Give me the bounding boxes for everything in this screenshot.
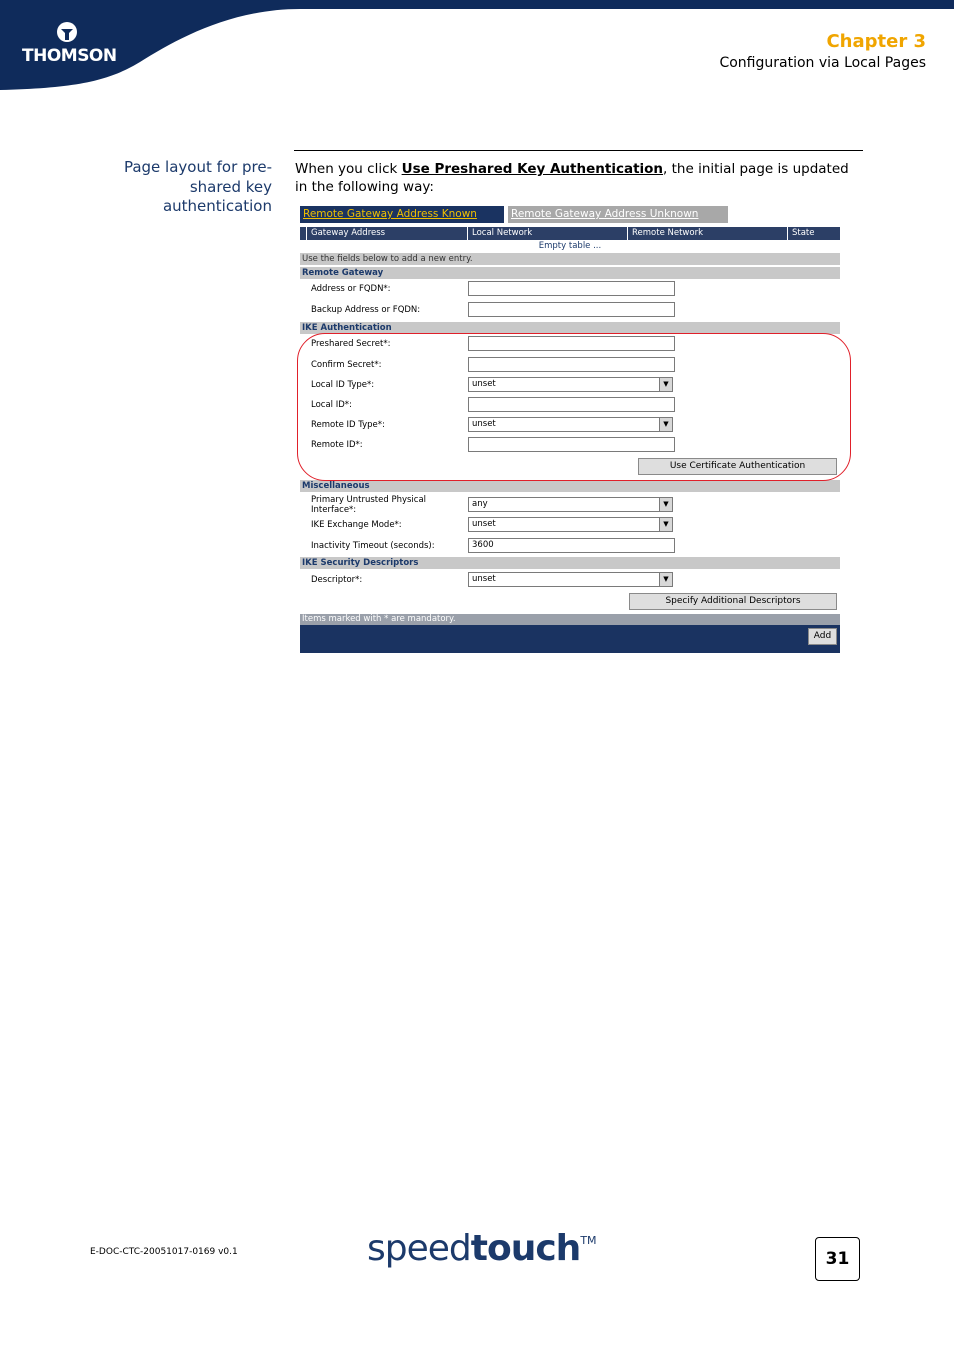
- highlight-ellipse: [297, 333, 851, 481]
- column-header: Gateway Address: [306, 227, 468, 240]
- chevron-down-icon[interactable]: ▼: [659, 518, 672, 531]
- section-miscellaneous: Miscellaneous: [300, 480, 840, 492]
- select-value: unset: [472, 519, 496, 529]
- side-heading-line: Page layout for pre-: [123, 158, 272, 176]
- exchange-mode-select[interactable]: unset ▼: [468, 517, 673, 532]
- chevron-down-icon[interactable]: ▼: [659, 498, 672, 511]
- tab-remote-gateway-known[interactable]: Remote Gateway Address Known: [300, 206, 504, 223]
- document-id: E-DOC-CTC-20051017-0169 v0.1: [90, 1247, 238, 1257]
- specify-descriptors-button[interactable]: Specify Additional Descriptors: [629, 593, 837, 610]
- side-heading-line: shared key: [189, 177, 272, 196]
- section-remote-gateway: Remote Gateway: [300, 267, 840, 279]
- brand-part: speed: [367, 1228, 472, 1269]
- form-footer-bar: Add: [300, 625, 840, 653]
- chapter-subtitle: Configuration via Local Pages: [719, 55, 926, 71]
- backup-address-label: Backup Address or FQDN:: [311, 305, 421, 315]
- speedtouch-logo: speedtouchTM: [367, 1228, 597, 1269]
- header-band: [0, 0, 954, 90]
- table-header: Gateway Address Local Network Remote Net…: [300, 227, 840, 240]
- column-header: Remote Network: [627, 227, 787, 240]
- empty-table-text: Empty table ...: [300, 240, 840, 252]
- section-rule: [294, 150, 863, 151]
- inactivity-timeout-label: Inactivity Timeout (seconds):: [311, 541, 435, 551]
- side-heading: Page layout for pre- shared key authenti…: [100, 158, 272, 217]
- column-header: State: [787, 227, 840, 240]
- chapter-title: Chapter 3: [826, 31, 926, 52]
- column-header: Local Network: [467, 227, 627, 240]
- address-input[interactable]: [468, 281, 675, 296]
- logo-text: THOMSON: [22, 46, 117, 66]
- section-ike-security-descriptors: IKE Security Descriptors: [300, 557, 840, 569]
- brand-trademark: TM: [580, 1234, 597, 1247]
- thomson-logo-icon: [57, 22, 77, 42]
- chevron-down-icon[interactable]: ▼: [659, 573, 672, 586]
- hint-bar: Use the fields below to add a new entry.: [300, 253, 840, 265]
- preshared-key-link[interactable]: Use Preshared Key Authentication: [402, 161, 663, 177]
- select-value: unset: [472, 574, 496, 584]
- backup-address-input[interactable]: [468, 302, 675, 317]
- mandatory-note: Items marked with * are mandatory.: [300, 614, 840, 625]
- primary-interface-label: Primary Untrusted Physical Interface*:: [311, 495, 427, 515]
- inactivity-timeout-input[interactable]: 3600: [468, 538, 675, 553]
- add-button[interactable]: Add: [808, 628, 837, 645]
- primary-interface-select[interactable]: any ▼: [468, 497, 673, 512]
- address-label: Address or FQDN*:: [311, 284, 391, 294]
- descriptor-label: Descriptor*:: [311, 575, 363, 585]
- tab-remote-gateway-unknown[interactable]: Remote Gateway Address Unknown: [508, 206, 728, 223]
- exchange-mode-label: IKE Exchange Mode*:: [311, 520, 402, 530]
- intro-paragraph: When you click Use Preshared Key Authent…: [295, 160, 865, 196]
- descriptor-select[interactable]: unset ▼: [468, 572, 673, 587]
- select-value: any: [472, 499, 488, 509]
- page-number: 31: [815, 1237, 860, 1281]
- intro-text: When you click: [295, 161, 402, 177]
- brand-part: touch: [470, 1228, 582, 1269]
- side-heading-line: authentication: [162, 197, 272, 215]
